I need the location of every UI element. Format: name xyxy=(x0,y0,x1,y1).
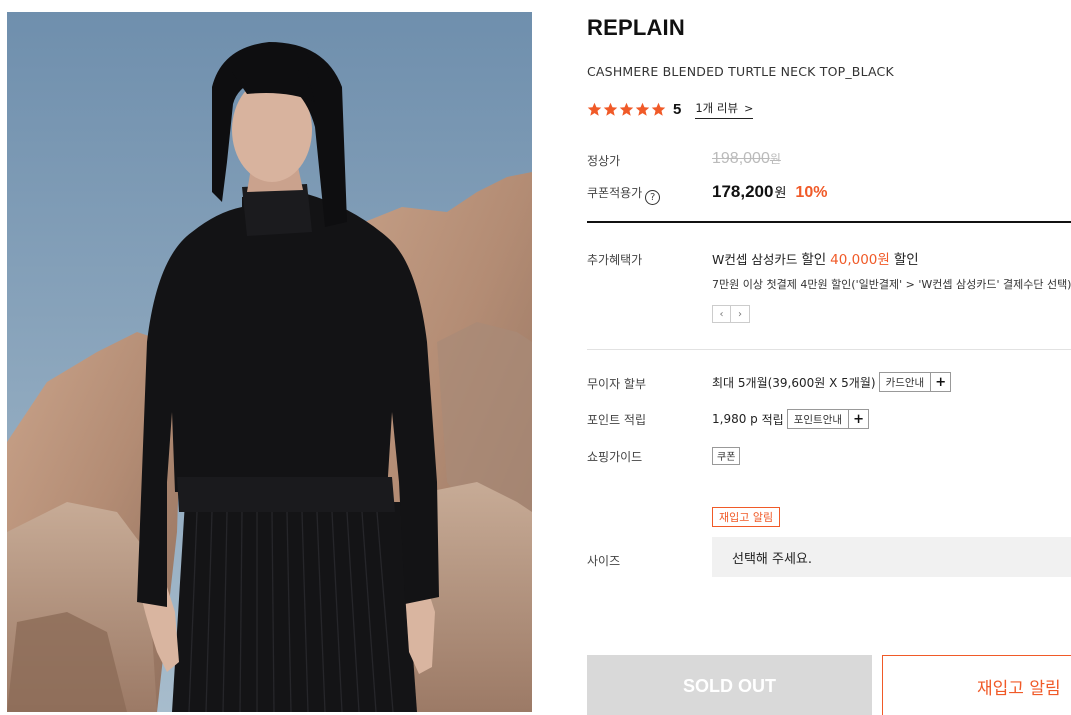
rating-score: 5 xyxy=(673,101,682,118)
size-label: 사이즈 xyxy=(587,554,621,568)
rating: 5 1개 리뷰 > xyxy=(587,100,754,119)
coupon-price-label-row: 쿠폰적용가? xyxy=(587,184,661,205)
size-select[interactable]: 선택해 주세요. xyxy=(712,537,1071,577)
rating-stars xyxy=(587,102,666,117)
coupon-price-label: 쿠폰적용가 xyxy=(587,186,643,200)
price-divider xyxy=(587,221,1071,223)
product-info-panel: REPLAIN CASHMERE BLENDED TURTLE NECK TOP… xyxy=(587,0,1071,715)
card-info-button[interactable]: 카드안내 xyxy=(878,372,932,392)
points-info-button[interactable]: 포인트안내 xyxy=(786,409,850,429)
discount-rate: 10% xyxy=(795,184,828,201)
help-icon[interactable]: ? xyxy=(645,190,661,205)
prev-arrow-button[interactable]: ‹ xyxy=(712,305,731,323)
review-count-link[interactable]: 1개 리뷰 > xyxy=(695,100,754,119)
review-count-label: 1개 리뷰 xyxy=(695,101,739,115)
benefit-headline: W컨셉 삼성카드 할인 40,000원 할인 xyxy=(712,248,919,268)
restock-alert-tag[interactable]: 재입고 알림 xyxy=(712,507,781,527)
restock-alert-button[interactable]: 재입고 알림 xyxy=(882,655,1071,715)
benefit-discount-word: 할인 xyxy=(801,252,827,268)
brand-name[interactable]: REPLAIN xyxy=(587,15,685,41)
installment-row: 최대 5개월(39,600원 X 5개월) 카드안내 + xyxy=(712,372,952,392)
installment-label: 무이자 할부 xyxy=(587,377,647,391)
points-row: 1,980 p 적립 포인트안내 + xyxy=(712,409,870,429)
coupon-price-unit: 원 xyxy=(774,186,787,201)
shopping-guide-label: 쇼핑가이드 xyxy=(587,450,643,464)
benefit-detail: 7만원 이상 첫결제 4만원 할인('일반결제' > 'W컨셉 삼성카드' 결제… xyxy=(712,278,1071,291)
regular-price: 198,000원 xyxy=(712,150,781,168)
regular-price-unit: 원 xyxy=(769,152,781,166)
shopping-guide-row: 쿠폰 xyxy=(712,445,741,465)
product-image xyxy=(7,12,532,712)
points-label: 포인트 적립 xyxy=(587,413,647,427)
coupon-tag[interactable]: 쿠폰 xyxy=(712,446,741,465)
regular-price-label: 정상가 xyxy=(587,154,621,168)
coupon-price-value: 178,200 xyxy=(712,182,774,201)
next-arrow-button[interactable]: › xyxy=(731,305,750,323)
installment-text: 최대 5개월(39,600원 X 5개월) xyxy=(712,375,876,390)
benefit-pager: ‹ › xyxy=(712,305,750,323)
benefit-suffix: 할인 xyxy=(893,252,919,268)
regular-price-value: 198,000 xyxy=(712,150,770,167)
star-icon xyxy=(587,102,602,116)
star-icon xyxy=(635,102,650,116)
benefit-amount: 40,000원 xyxy=(830,252,890,268)
star-icon xyxy=(603,102,618,116)
benefit-card: W컨셉 삼성카드 xyxy=(712,252,798,267)
chevron-right-icon: > xyxy=(744,101,754,115)
coupon-price: 178,200 원 10% xyxy=(712,182,827,202)
card-info-plus-button[interactable]: + xyxy=(931,372,952,392)
points-word: 적립 xyxy=(761,412,784,427)
points-value: 1,980 p xyxy=(712,412,758,426)
star-icon xyxy=(651,102,666,116)
star-icon xyxy=(619,102,634,116)
product-name: CASHMERE BLENDED TURTLE NECK TOP_BLACK xyxy=(587,64,894,79)
benefit-label: 추가혜택가 xyxy=(587,253,643,267)
sold-out-button[interactable]: SOLD OUT xyxy=(587,655,872,715)
points-info-plus-button[interactable]: + xyxy=(849,409,870,429)
benefit-divider xyxy=(587,349,1071,350)
